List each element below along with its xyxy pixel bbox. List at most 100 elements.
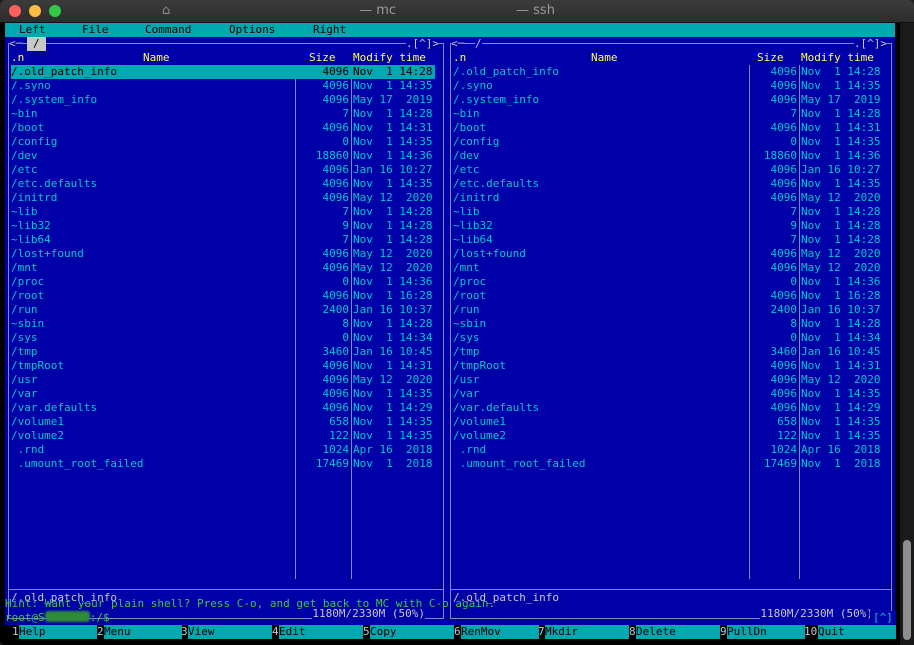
file-row[interactable]: /config 0 Nov 1 14:35	[11, 135, 435, 149]
file-row[interactable]: /.old_patch_info 4096 Nov 1 14:28	[453, 65, 883, 79]
file-row[interactable]: /boot 4096 Nov 1 14:31	[11, 121, 435, 135]
file-row[interactable]: /root 4096 Nov 1 16:28	[453, 289, 883, 303]
file-row[interactable]: /initrd 4096 May 12 2020	[11, 191, 435, 205]
file-row[interactable]: .umount_root_failed 17469 Nov 1 2018	[453, 457, 883, 471]
file-row[interactable]: /etc.defaults 4096 Nov 1 14:35	[453, 177, 883, 191]
sort-indicator[interactable]: .n	[11, 51, 25, 65]
file-row[interactable]: ~bin 7 Nov 1 14:28	[11, 107, 435, 121]
file-row[interactable]: /.system_info 4096 May 17 2019	[11, 93, 435, 107]
history-button[interactable]: [^]	[870, 611, 896, 625]
file-name: /var.defaults	[453, 401, 540, 414]
file-row[interactable]: /etc 4096 Jan 16 10:27	[453, 163, 883, 177]
fkey-quit[interactable]: 10 Quit	[804, 625, 896, 639]
file-row[interactable]: /tmp 3460 Jan 16 10:45	[453, 345, 883, 359]
panel-path[interactable]: /	[27, 37, 46, 51]
panel-corner-controls[interactable]: .[^]>	[405, 37, 439, 51]
file-row[interactable]: ~lib 7 Nov 1 14:28	[11, 205, 435, 219]
file-row[interactable]: /lost+found 4096 May 12 2020	[11, 247, 435, 261]
file-row[interactable]: .rnd 1024 Apr 16 2018	[453, 443, 883, 457]
file-row[interactable]: /.old_patch_info 4096 Nov 1 14:28	[11, 65, 435, 79]
file-row[interactable]: /initrd 4096 May 12 2020	[453, 191, 883, 205]
file-row[interactable]: /proc 0 Nov 1 14:36	[453, 275, 883, 289]
file-size: 658	[329, 415, 349, 428]
fkey-pulldn[interactable]: 9 PullDn	[720, 625, 805, 639]
file-row[interactable]: /tmp 3460 Jan 16 10:45	[11, 345, 435, 359]
panel-nav-left[interactable]: <─	[9, 37, 23, 51]
file-row[interactable]: /mnt 4096 May 12 2020	[453, 261, 883, 275]
file-row[interactable]: /sys 0 Nov 1 14:34	[453, 331, 883, 345]
file-row[interactable]: /lost+found 4096 May 12 2020	[453, 247, 883, 261]
file-row[interactable]: /var 4096 Nov 1 14:35	[11, 387, 435, 401]
file-row[interactable]: /var.defaults 4096 Nov 1 14:29	[11, 401, 435, 415]
menu-options[interactable]: Options	[229, 23, 275, 37]
right-panel[interactable]: <─ / .[^]> .n Name Size Modify time/.old_patch…	[447, 37, 895, 625]
fkey-delete[interactable]: 8 Delete	[629, 625, 720, 639]
file-row[interactable]: ~sbin 8 Nov 1 14:28	[11, 317, 435, 331]
file-mtime: Nov 1 14:35	[353, 79, 433, 92]
file-row[interactable]: /var.defaults 4096 Nov 1 14:29	[453, 401, 883, 415]
file-row[interactable]: ~lib64 7 Nov 1 14:28	[453, 233, 883, 247]
file-row[interactable]: /sys 0 Nov 1 14:34	[11, 331, 435, 345]
file-mtime: May 12 2020	[353, 247, 433, 260]
column-header-mtime[interactable]: Modify time	[353, 51, 426, 65]
sort-indicator[interactable]: .n	[453, 51, 467, 65]
file-size: 4096	[770, 121, 798, 134]
fkey-menu[interactable]: 2 Menu	[97, 625, 182, 639]
file-row[interactable]: /tmpRoot 4096 Nov 1 14:31	[11, 359, 435, 373]
fkey-mkdir[interactable]: 7 Mkdir	[538, 625, 629, 639]
column-header-mtime[interactable]: Modify time	[801, 51, 874, 65]
terminal-screen[interactable]: Left File Command Options Right <─ / .[^]> .n Na…	[0, 23, 900, 645]
file-mtime: May 12 2020	[801, 247, 881, 260]
file-row[interactable]: /volume2 122 Nov 1 14:35	[11, 429, 435, 443]
left-panel[interactable]: <─ / .[^]> .n Name Size Modify time/.old_patch…	[5, 37, 447, 625]
file-row[interactable]: /volume1 658 Nov 1 14:35	[11, 415, 435, 429]
file-row[interactable]: /.syno 4096 Nov 1 14:35	[11, 79, 435, 93]
file-row[interactable]: /mnt 4096 May 12 2020	[11, 261, 435, 275]
file-size: 8	[790, 317, 797, 330]
file-row[interactable]: ~lib64 7 Nov 1 14:28	[11, 233, 435, 247]
column-header-name[interactable]: Name	[591, 51, 618, 65]
file-row[interactable]: /.syno 4096 Nov 1 14:35	[453, 79, 883, 93]
file-row[interactable]: ~lib32 9 Nov 1 14:28	[11, 219, 435, 233]
file-row[interactable]: .rnd 1024 Apr 16 2018	[11, 443, 435, 457]
menu-command[interactable]: Command	[145, 23, 191, 37]
fkey-renmov[interactable]: 6 RenMov	[454, 625, 539, 639]
file-row[interactable]: /usr 4096 May 12 2020	[453, 373, 883, 387]
file-row[interactable]: /var 4096 Nov 1 14:35	[453, 387, 883, 401]
fkey-help[interactable]: 1 Help	[12, 625, 97, 639]
scrollbar-thumb[interactable]	[903, 540, 911, 640]
panel-corner-controls[interactable]: .[^]>	[853, 37, 887, 51]
fkey-view[interactable]: 3 View	[181, 625, 272, 639]
file-row[interactable]: .umount_root_failed 17469 Nov 1 2018	[11, 457, 435, 471]
fkey-copy[interactable]: 5 Copy	[363, 625, 454, 639]
file-row[interactable]: /config 0 Nov 1 14:35	[453, 135, 883, 149]
file-row[interactable]: ~lib 7 Nov 1 14:28	[453, 205, 883, 219]
file-row[interactable]: /etc.defaults 4096 Nov 1 14:35	[11, 177, 435, 191]
file-row[interactable]: /run 2400 Jan 16 10:37	[453, 303, 883, 317]
file-row[interactable]: /boot 4096 Nov 1 14:31	[453, 121, 883, 135]
fkey-edit[interactable]: 4 Edit	[272, 625, 363, 639]
menu-right[interactable]: Right	[313, 23, 346, 37]
column-header-size[interactable]: Size	[309, 51, 336, 65]
menu-left[interactable]: Left	[19, 23, 46, 37]
panel-path[interactable]: /	[475, 37, 482, 51]
panel-nav-left[interactable]: <─	[451, 37, 465, 51]
column-header-name[interactable]: Name	[143, 51, 170, 65]
file-row[interactable]: /run 2400 Jan 16 10:37	[11, 303, 435, 317]
file-row[interactable]: /dev 18860 Nov 1 14:36	[11, 149, 435, 163]
file-row[interactable]: ~lib32 9 Nov 1 14:28	[453, 219, 883, 233]
column-header-size[interactable]: Size	[757, 51, 784, 65]
menu-file[interactable]: File	[82, 23, 109, 37]
file-row[interactable]: /volume2 122 Nov 1 14:35	[453, 429, 883, 443]
file-row[interactable]: /root 4096 Nov 1 16:28	[11, 289, 435, 303]
shell-prompt[interactable]: root@S:/$	[5, 611, 110, 625]
file-row[interactable]: /etc 4096 Jan 16 10:27	[11, 163, 435, 177]
file-row[interactable]: /proc 0 Nov 1 14:36	[11, 275, 435, 289]
file-row[interactable]: /tmpRoot 4096 Nov 1 14:31	[453, 359, 883, 373]
file-row[interactable]: ~sbin 8 Nov 1 14:28	[453, 317, 883, 331]
file-row[interactable]: /.system_info 4096 May 17 2019	[453, 93, 883, 107]
file-row[interactable]: /usr 4096 May 12 2020	[11, 373, 435, 387]
file-row[interactable]: /volume1 658 Nov 1 14:35	[453, 415, 883, 429]
file-row[interactable]: /dev 18860 Nov 1 14:36	[453, 149, 883, 163]
file-row[interactable]: ~bin 7 Nov 1 14:28	[453, 107, 883, 121]
